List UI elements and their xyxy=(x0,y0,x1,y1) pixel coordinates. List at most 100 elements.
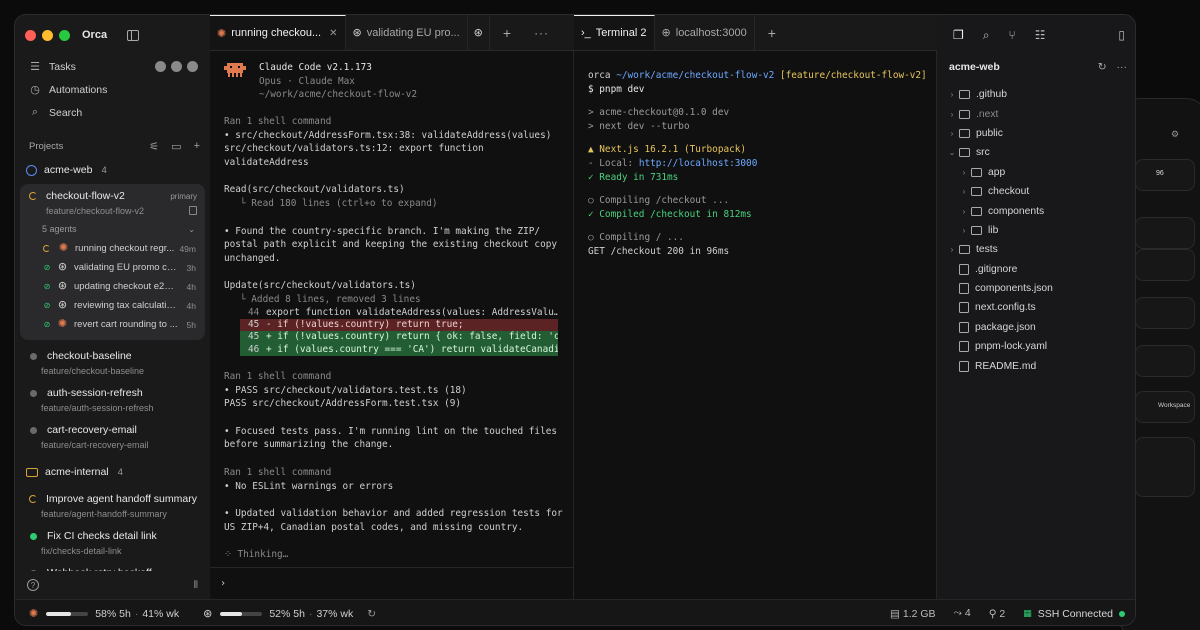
agent-name: running checkout regr... xyxy=(75,243,175,254)
search-icon[interactable]: ⌕ xyxy=(983,28,990,43)
folder-row[interactable]: › tests xyxy=(937,240,1135,259)
file-explorer-pane: ❐ ⌕ ⑂ ☷ ▯ acme-web ↻ ··· › .github › .next ›… xyxy=(937,15,1135,599)
file-row[interactable]: .gitignore xyxy=(937,260,1135,279)
ports-indicator[interactable]: ⚲ 2 xyxy=(989,608,1005,620)
sidebar-item-label: Search xyxy=(49,106,83,119)
worktree-item[interactable]: Fix CI checks detail link fix/checks-deta… xyxy=(15,528,210,557)
worktree-list: checkout-baseline feature/checkout-baseli… xyxy=(15,348,210,451)
github-icon[interactable] xyxy=(155,61,166,72)
minimize-window-button[interactable] xyxy=(42,29,53,41)
file-row[interactable]: package.json xyxy=(937,318,1135,337)
folder-row[interactable]: ⌄ src xyxy=(937,143,1135,162)
terminal-line: > acme-checkout@0.1.0 dev xyxy=(588,107,730,119)
agent-prompt-input[interactable]: › xyxy=(210,567,574,599)
transcript-line: postal path explicit and keeping the exi… xyxy=(224,239,558,251)
linear-icon[interactable] xyxy=(187,61,198,72)
local-url-link[interactable]: http://localhost:3000 xyxy=(639,158,758,169)
sidebar-item-tasks[interactable]: ☰ Tasks xyxy=(15,55,210,78)
agent-item[interactable]: ⊘ ⊛ updating checkout e2e ... 4h xyxy=(20,277,205,296)
tab-localhost[interactable]: ⊕ localhost:3000 xyxy=(655,15,755,50)
folder-row[interactable]: › .next xyxy=(937,104,1135,123)
claude-icon: ✺ xyxy=(29,608,39,620)
file-row[interactable]: README.md xyxy=(937,356,1135,375)
tab-agent-running[interactable]: ✺ running checkou... ✕ xyxy=(210,15,346,50)
zoom-window-button[interactable] xyxy=(59,29,70,41)
sidebar-item-automations[interactable]: ◷ Automations xyxy=(15,78,210,101)
diff-line-text: + if (!values.country) return { ok: fals… xyxy=(266,331,558,343)
worktree-branch: feature/agent-handoff-summary xyxy=(41,508,167,519)
agent-item[interactable]: ⊘ ✺ revert cart rounding to ... 5h xyxy=(20,315,205,334)
sidebar-item-search[interactable]: ⌕ Search xyxy=(15,101,210,124)
folder-row[interactable]: › components xyxy=(937,201,1135,220)
refresh-icon[interactable]: ↻ xyxy=(1098,61,1107,73)
ports-count: 2 xyxy=(999,607,1006,620)
close-window-button[interactable] xyxy=(25,29,36,41)
agent-item[interactable]: ✺ running checkout regr... 49m xyxy=(20,239,205,258)
openai-icon: ⊛ xyxy=(57,299,68,311)
agent-item[interactable]: ⊘ ⊛ reviewing tax calculatio... 4h xyxy=(20,296,205,315)
claude-icon: ✺ xyxy=(58,242,69,254)
panel-toggle-icon[interactable]: ▯ xyxy=(1118,28,1125,42)
worktree-list: Improve agent handoff summary feature/age… xyxy=(15,491,210,581)
file-row[interactable]: next.config.ts xyxy=(937,298,1135,317)
layout-icon[interactable]: ⫴ xyxy=(194,580,198,591)
worktree-item[interactable]: checkout-baseline feature/checkout-baseli… xyxy=(15,348,210,377)
openai-usage[interactable]: ⊛ 52% 5h · 37% wk xyxy=(203,607,353,621)
filter-icon[interactable]: ⚟ xyxy=(149,140,159,153)
folder-row[interactable]: › public xyxy=(937,124,1135,143)
transcript-line: PASS src/checkout/AddressForm.test.tsx (… xyxy=(224,398,462,410)
folder-icon xyxy=(959,109,970,119)
close-tab-icon[interactable]: ✕ xyxy=(329,28,337,39)
file-row[interactable]: pnpm-lock.yaml xyxy=(937,337,1135,356)
new-tab-button[interactable]: + xyxy=(490,15,524,50)
agent-time: 4h xyxy=(186,281,196,292)
file-name: .github xyxy=(976,89,1007,101)
help-icon[interactable]: ? xyxy=(27,579,39,591)
folder-row[interactable]: › .github xyxy=(937,85,1135,104)
tab-label: localhost:3000 xyxy=(675,26,747,39)
worktree-branch: feature/checkout-baseline xyxy=(41,365,145,376)
worktree-item[interactable]: cart-recovery-email feature/cart-recovery… xyxy=(15,422,210,451)
ssh-status[interactable]: ▦ SSH Connected xyxy=(1023,608,1125,620)
agent-item[interactable]: ⊘ ⊛ validating EU promo co... 3h xyxy=(20,258,205,277)
claude-usage[interactable]: ✺ 58% 5h · 41% wk xyxy=(29,607,179,621)
terminal-output[interactable]: orca ~/work/acme/checkout-flow-v2 [featu… xyxy=(574,51,937,259)
add-project-icon[interactable]: + xyxy=(194,140,200,153)
tab-label: Terminal 2 xyxy=(595,27,647,39)
transcript-line: • Found the country-specific branch. I'm… xyxy=(224,225,541,237)
transcript-line: validateAddress xyxy=(224,156,309,168)
transcript-line: • No ESLint warnings or errors xyxy=(224,480,394,492)
worktree-branch: feature/cart-recovery-email xyxy=(41,439,149,450)
tab-terminal-2[interactable]: ›_ Terminal 2 xyxy=(574,15,655,50)
agents-toggle[interactable]: 5 agents ⌄ xyxy=(20,219,205,239)
repo-acme-internal[interactable]: acme-internal 4 xyxy=(15,461,210,483)
repo-name: acme-web xyxy=(44,164,93,176)
more-tabs-button[interactable]: ··· xyxy=(524,15,559,50)
copy-icon[interactable] xyxy=(189,206,197,215)
active-worktree[interactable]: checkout-flow-v2 primary feature/checkou… xyxy=(20,184,205,340)
folder-row[interactable]: › lib xyxy=(937,221,1135,240)
file-row[interactable]: components.json xyxy=(937,279,1135,298)
folder-row[interactable]: › checkout xyxy=(937,182,1135,201)
worktree-item[interactable]: auth-session-refresh feature/auth-session… xyxy=(15,385,210,414)
files-icon[interactable]: ❐ xyxy=(953,28,964,42)
device-card xyxy=(1135,297,1195,329)
prompt-path: ~/work/acme/checkout-flow-v2 xyxy=(616,70,775,81)
tab-agent-third[interactable]: ⊛ xyxy=(468,15,490,50)
sidebar-toggle-icon[interactable] xyxy=(127,29,140,41)
memory-indicator[interactable]: ▤ 1.2 GB xyxy=(890,608,936,620)
repo-acme-web[interactable]: acme-web 4 xyxy=(15,159,210,181)
gitlab-icon[interactable] xyxy=(171,61,182,72)
tab-agent-validating[interactable]: ⊛ validating EU pro... xyxy=(346,15,468,50)
new-tab-button[interactable]: + xyxy=(755,15,789,50)
sidebar-footer: ? ⫴ xyxy=(15,571,210,599)
folder-row[interactable]: › app xyxy=(937,163,1135,182)
source-control-icon[interactable]: ⑂ xyxy=(1009,28,1016,42)
more-icon[interactable]: ··· xyxy=(1117,61,1128,73)
add-folder-icon[interactable]: ▭ xyxy=(171,140,181,153)
checklist-icon[interactable]: ☷ xyxy=(1035,28,1046,42)
agents-indicator[interactable]: ⤳ 4 xyxy=(954,607,971,620)
worktree-title: cart-recovery-email xyxy=(47,424,137,436)
refresh-icon[interactable]: ↻ xyxy=(367,608,376,620)
worktree-item[interactable]: Improve agent handoff summary feature/age… xyxy=(15,491,210,520)
